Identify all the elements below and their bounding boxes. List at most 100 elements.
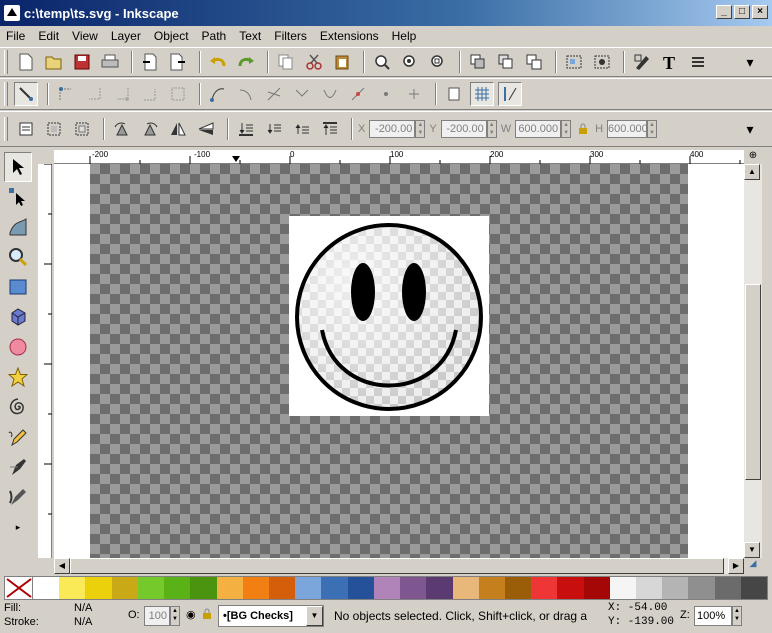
raise-to-top-icon[interactable] bbox=[318, 117, 342, 141]
color-swatch[interactable] bbox=[137, 577, 165, 599]
color-swatch[interactable] bbox=[557, 577, 584, 599]
pencil-tool-icon[interactable] bbox=[4, 422, 32, 452]
color-swatch[interactable] bbox=[347, 577, 374, 599]
color-swatch[interactable] bbox=[373, 577, 401, 599]
color-swatch[interactable] bbox=[59, 577, 86, 599]
horizontal-scroll-thumb[interactable] bbox=[70, 558, 724, 574]
color-manage-icon[interactable]: ◢ bbox=[744, 558, 762, 574]
menu-text[interactable]: Text bbox=[239, 29, 261, 43]
lower-icon[interactable] bbox=[262, 117, 286, 141]
snap-bbox-icon[interactable] bbox=[54, 82, 78, 106]
tweak-tool-icon[interactable] bbox=[4, 212, 32, 242]
scroll-left-button[interactable]: ◀ bbox=[54, 558, 70, 574]
w-spinner[interactable]: ▲ ▼ bbox=[561, 120, 572, 138]
select-all-icon[interactable] bbox=[14, 117, 38, 141]
zoom-selection-icon[interactable] bbox=[370, 50, 394, 74]
cut-icon[interactable] bbox=[302, 50, 326, 74]
menu-view[interactable]: View bbox=[72, 29, 98, 43]
pen-tool-icon[interactable] bbox=[4, 452, 32, 482]
star-tool-icon[interactable] bbox=[4, 362, 32, 392]
snap-page-border-icon[interactable] bbox=[442, 82, 466, 106]
vertical-scroll-thumb[interactable] bbox=[745, 284, 761, 480]
ungroup-icon[interactable] bbox=[590, 50, 614, 74]
selector-tool-icon[interactable] bbox=[4, 152, 32, 182]
color-swatch[interactable] bbox=[452, 577, 479, 599]
no-paint-swatch[interactable] bbox=[5, 577, 33, 599]
controls-overflow-icon[interactable]: ▾ bbox=[738, 117, 762, 141]
menu-path[interactable]: Path bbox=[202, 29, 227, 43]
snap-nodes-icon[interactable] bbox=[206, 82, 230, 106]
save-icon[interactable] bbox=[70, 50, 94, 74]
scroll-right-button[interactable]: ▶ bbox=[728, 558, 744, 574]
flip-horizontal-icon[interactable] bbox=[166, 117, 190, 141]
menu-extensions[interactable]: Extensions bbox=[320, 29, 379, 43]
color-swatch[interactable] bbox=[478, 577, 505, 599]
flip-vertical-icon[interactable] bbox=[194, 117, 218, 141]
menu-file[interactable]: File bbox=[6, 29, 25, 43]
snap-enable-icon[interactable] bbox=[14, 82, 38, 106]
horizontal-scrollbar[interactable]: ◀ ▶ bbox=[54, 558, 744, 574]
menu-object[interactable]: Object bbox=[154, 29, 189, 43]
3d-box-tool-icon[interactable] bbox=[4, 302, 32, 332]
color-swatch[interactable] bbox=[164, 577, 191, 599]
snap-paths-icon[interactable] bbox=[234, 82, 258, 106]
color-swatch[interactable] bbox=[688, 577, 715, 599]
rectangle-tool-icon[interactable] bbox=[4, 272, 32, 302]
color-swatch[interactable] bbox=[111, 577, 138, 599]
undo-icon[interactable] bbox=[206, 50, 230, 74]
layer-lock-icon[interactable] bbox=[202, 608, 212, 623]
fill-stroke-icon[interactable] bbox=[630, 50, 654, 74]
new-icon[interactable] bbox=[14, 50, 38, 74]
x-input[interactable]: -200.00 bbox=[369, 120, 416, 138]
zoom-input[interactable]: 100% bbox=[694, 606, 732, 626]
layer-dropdown-arrow-icon[interactable]: ▼ bbox=[306, 606, 323, 626]
color-swatch[interactable] bbox=[321, 577, 348, 599]
calligraphy-tool-icon[interactable] bbox=[4, 482, 32, 512]
lock-icon[interactable] bbox=[575, 117, 591, 141]
rotate-ccw-icon[interactable] bbox=[110, 117, 134, 141]
y-input[interactable]: -200.00 bbox=[440, 120, 487, 138]
color-swatch[interactable] bbox=[504, 577, 532, 599]
color-swatch[interactable] bbox=[400, 577, 427, 599]
zoom-tool-icon[interactable] bbox=[4, 242, 32, 272]
snap-bbox-mid-icon[interactable] bbox=[138, 82, 162, 106]
x-spinner[interactable]: ▲ ▼ bbox=[415, 120, 426, 138]
group-icon[interactable] bbox=[562, 50, 586, 74]
paste-icon[interactable] bbox=[330, 50, 354, 74]
zoom-drawing-icon[interactable] bbox=[398, 50, 422, 74]
zoom-spinner[interactable]: ▲ ▼ bbox=[732, 606, 742, 626]
snap-grid-icon[interactable] bbox=[470, 82, 494, 106]
color-swatch[interactable] bbox=[583, 577, 610, 599]
copy-icon[interactable] bbox=[274, 50, 298, 74]
menu-layer[interactable]: Layer bbox=[111, 29, 141, 43]
clone-icon[interactable] bbox=[494, 50, 518, 74]
h-input[interactable]: 600.000 bbox=[607, 120, 648, 138]
snap-guide-icon[interactable] bbox=[498, 82, 522, 106]
color-swatch[interactable] bbox=[636, 577, 663, 599]
scroll-down-button[interactable]: ▼ bbox=[744, 542, 760, 558]
duplicate-icon[interactable] bbox=[466, 50, 490, 74]
color-swatch[interactable] bbox=[85, 577, 112, 599]
ellipse-tool-icon[interactable] bbox=[4, 332, 32, 362]
color-swatch[interactable] bbox=[190, 577, 217, 599]
export-icon[interactable] bbox=[166, 50, 190, 74]
color-swatch[interactable] bbox=[216, 577, 243, 599]
color-swatch[interactable] bbox=[609, 577, 637, 599]
zoom-page-icon[interactable] bbox=[426, 50, 450, 74]
import-icon[interactable] bbox=[138, 50, 162, 74]
deselect-icon[interactable] bbox=[70, 117, 94, 141]
opacity-input[interactable]: 100 bbox=[144, 606, 170, 626]
snap-bbox-edge-icon[interactable] bbox=[82, 82, 106, 106]
toolbar-overflow-icon[interactable]: ▾ bbox=[738, 50, 762, 74]
raise-icon[interactable] bbox=[290, 117, 314, 141]
node-tool-icon[interactable] bbox=[4, 182, 32, 212]
color-swatch[interactable] bbox=[531, 577, 558, 599]
snap-bbox-center-icon[interactable] bbox=[166, 82, 190, 106]
color-swatch[interactable] bbox=[714, 577, 741, 599]
text-font-icon[interactable]: T bbox=[658, 50, 682, 74]
h-spinner[interactable]: ▲ ▼ bbox=[647, 120, 658, 138]
smiley-drawing[interactable] bbox=[54, 164, 744, 558]
zoom-corner-icon[interactable]: ⊕ bbox=[744, 150, 762, 164]
color-swatch[interactable] bbox=[268, 577, 296, 599]
spiral-tool-icon[interactable] bbox=[4, 392, 32, 422]
